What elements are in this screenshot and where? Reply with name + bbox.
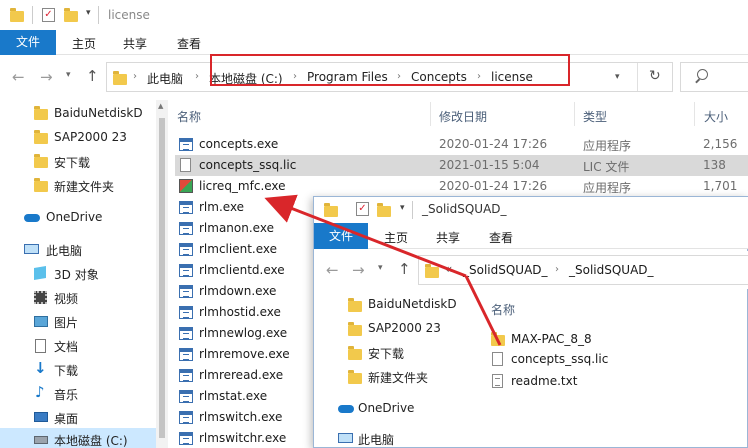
annotation-arrows [264,194,502,346]
annotation-arrow [464,275,502,346]
annotation-arrow [264,194,467,278]
